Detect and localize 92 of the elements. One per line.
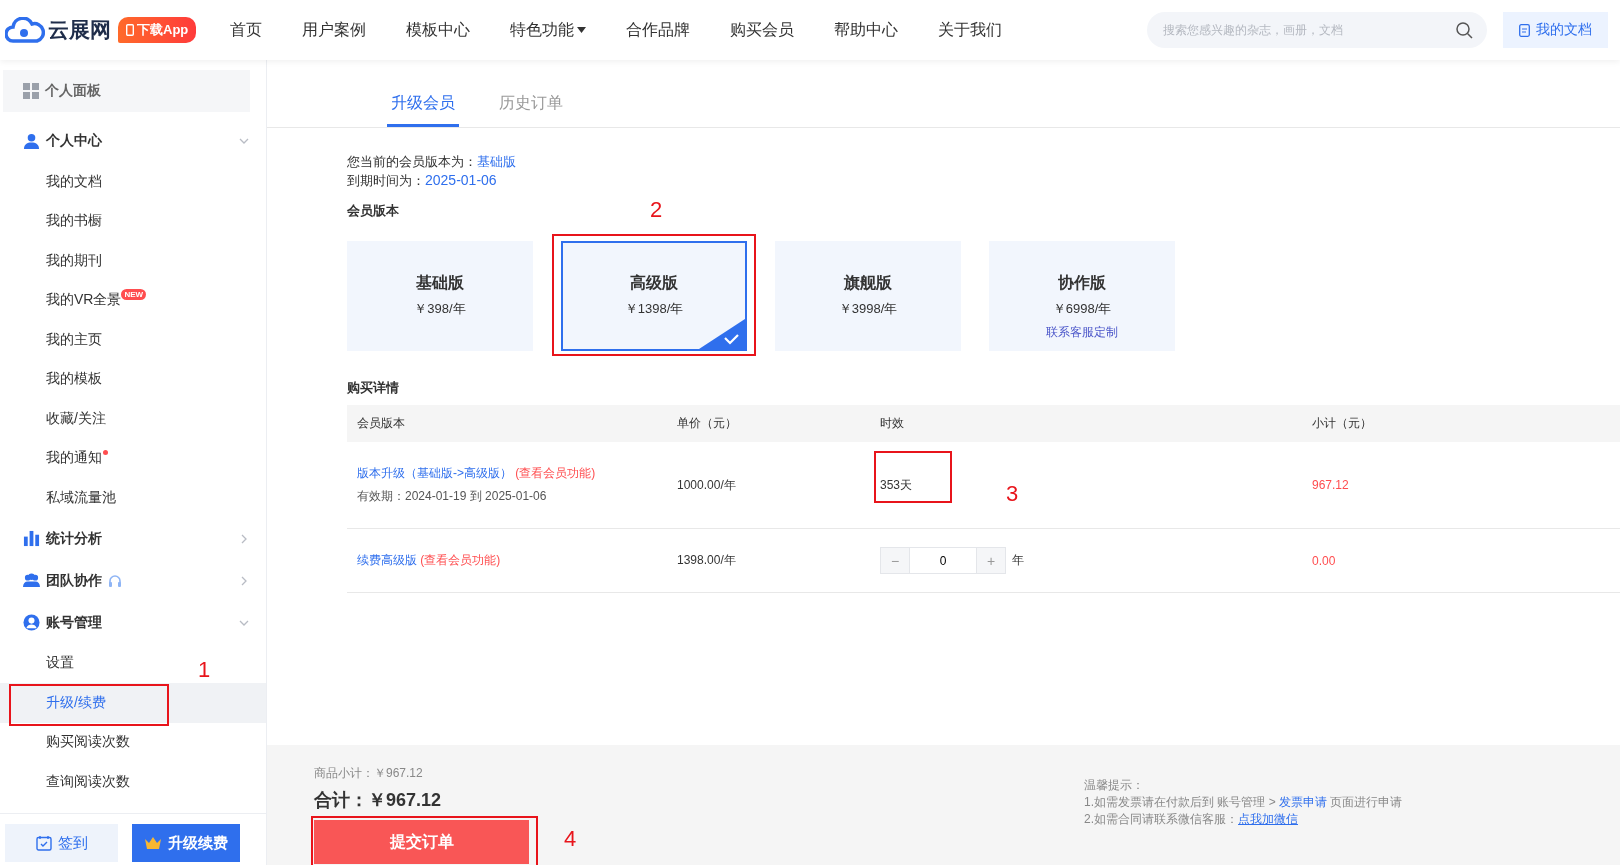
year-stepper[interactable]: − 0 + — [880, 547, 1006, 574]
plan-price: ￥3998/年 — [838, 300, 898, 318]
sidebar-item[interactable]: 设置 — [0, 643, 80, 683]
user-icon — [23, 132, 40, 150]
plan-card[interactable]: 旗舰版 ￥3998/年 — [775, 241, 961, 351]
sidebar-item[interactable]: 我的书橱 — [0, 201, 108, 241]
subtotal-value: 0.00 — [1311, 553, 1337, 568]
expiry-label: 到期时间为： — [347, 173, 425, 188]
check-in-button[interactable]: 签到 — [5, 824, 118, 862]
cloud-logo-icon — [5, 17, 45, 43]
validity-text: 有效期：2024-01-19 到 2025-01-06 — [357, 488, 548, 505]
section-title: 购买详情 — [347, 379, 399, 397]
sidebar-item[interactable]: 我的VR全景 $^{NEW}$ — [0, 280, 153, 320]
bar-chart-icon — [23, 530, 40, 547]
headset-icon — [108, 573, 122, 588]
sidebar-item[interactable]: 我的文档 — [0, 162, 108, 202]
sidebar-group[interactable]: 账号管理 — [3, 601, 250, 644]
plan-name: 高级版 — [630, 273, 678, 293]
calendar-icon — [35, 835, 52, 851]
item-title: 版本升级（基础版->高级版） — [357, 466, 512, 480]
plan-name: 协作版 — [1058, 273, 1106, 293]
sidebar-item[interactable]: 购买阅读次数 — [0, 722, 136, 762]
plan-name: 旗舰版 — [844, 273, 892, 293]
sidebar-item[interactable]: 我的期刊 — [0, 241, 108, 281]
my-documents-button[interactable]: 我的文档 — [1503, 12, 1608, 48]
plan-name: 基础版 — [416, 273, 464, 293]
wechat-link[interactable]: 点我加微信 — [1238, 812, 1298, 826]
contact-link[interactable]: 联系客服定制 — [1046, 324, 1118, 341]
item-title: 续费高级版 — [357, 553, 417, 567]
nav-link[interactable]: 合作品牌 — [606, 19, 711, 41]
nav-link[interactable]: 首页 — [210, 19, 283, 41]
logo-text: 云展网 — [48, 17, 111, 43]
caret-icon — [577, 27, 587, 33]
search-icon[interactable] — [1456, 21, 1473, 39]
sidebar-group[interactable]: 统计分析 — [3, 517, 250, 560]
plan-price: ￥398/年 — [414, 300, 466, 318]
sidebar-group[interactable]: 个人中心 — [3, 120, 250, 162]
account-icon — [23, 614, 40, 631]
plan-card[interactable]: 基础版 ￥398/年 — [347, 241, 533, 351]
nav-link[interactable]: 模板中心 — [386, 19, 491, 41]
check-corner-icon — [699, 319, 745, 349]
column-header: 时效 — [879, 415, 905, 432]
column-header: 会员版本 — [356, 415, 406, 432]
version-value: 基础版 — [477, 154, 516, 169]
annotation-number: 2 — [650, 199, 663, 221]
sidebar-item[interactable]: 我的模板 — [0, 359, 108, 399]
team-icon — [23, 572, 40, 589]
sidebar-group[interactable]: 团队协作 — [3, 559, 250, 602]
subtotal-value: 967.12 — [1311, 478, 1350, 492]
tab[interactable]: 升级会员 — [387, 93, 459, 127]
unit-price: 1398.00/年 — [676, 552, 737, 569]
column-header: 小计（元） — [1311, 415, 1373, 432]
plan-price: ￥6998/年 — [1052, 300, 1112, 318]
sidebar-item[interactable]: 收藏/关注 — [0, 399, 112, 439]
plan-card[interactable]: 高级版 ￥1398/年 — [561, 241, 747, 351]
crown-icon — [144, 836, 162, 850]
tip-text: 2.如需合同请联系微信客服：点我加微信 — [1084, 811, 1299, 828]
version-label: 您当前的会员版本为： — [347, 154, 477, 169]
plan-price: ￥1398/年 — [624, 300, 684, 318]
section-title: 会员版本 — [347, 202, 399, 220]
sidebar-item[interactable]: 查询阅读次数 — [0, 762, 136, 802]
tips-title: 温馨提示： — [1084, 777, 1145, 794]
sidebar-item[interactable]: 私域流量池 — [0, 478, 122, 518]
unit-price: 1000.00/年 — [676, 476, 737, 494]
nav-link[interactable]: 用户案例 — [282, 19, 387, 41]
duration-text: 353天 — [880, 477, 913, 492]
sidebar-item[interactable]: 我的主页 — [0, 320, 108, 360]
sidebar-item[interactable]: 升级/续费 — [0, 683, 266, 723]
column-header: 单价（元） — [676, 415, 738, 432]
sidebar-item[interactable]: 我的通知 — [0, 438, 114, 478]
annotation-number: 4 — [564, 828, 577, 850]
annotation-number: 3 — [1006, 482, 1019, 505]
nav-link[interactable]: 购买会员 — [710, 19, 815, 41]
total-label: 合计： — [314, 789, 368, 812]
nav-link[interactable]: 帮助中心 — [814, 19, 919, 41]
grid-icon — [23, 83, 39, 99]
nav-link[interactable]: 特色功能 — [490, 19, 607, 41]
unit-label: 年 — [1012, 552, 1024, 569]
expiry-value: 2025-01-06 — [425, 172, 497, 188]
nav-link[interactable]: 关于我们 — [918, 19, 1023, 41]
dashboard-item[interactable]: 个人面板 — [3, 70, 250, 112]
new-badge: NEW — [121, 289, 147, 301]
phone-icon — [126, 24, 134, 36]
invoice-link[interactable]: 发票申请 — [1279, 795, 1328, 809]
total-value: ￥967.12 — [368, 789, 442, 812]
subtotal-text: 商品小计：￥967.12 — [314, 765, 424, 782]
annotation-number: 1 — [198, 659, 211, 681]
quantity-field[interactable]: 0 — [909, 548, 977, 573]
document-icon — [1519, 23, 1530, 37]
upgrade-button[interactable]: 升级续费 — [132, 824, 240, 862]
plan-card[interactable]: 协作版 ￥6998/年 联系客服定制 — [989, 241, 1175, 351]
tip-text: 1.如需发票请在付款后到 账号管理 > 发票申请 页面进行申请 — [1084, 794, 1403, 811]
